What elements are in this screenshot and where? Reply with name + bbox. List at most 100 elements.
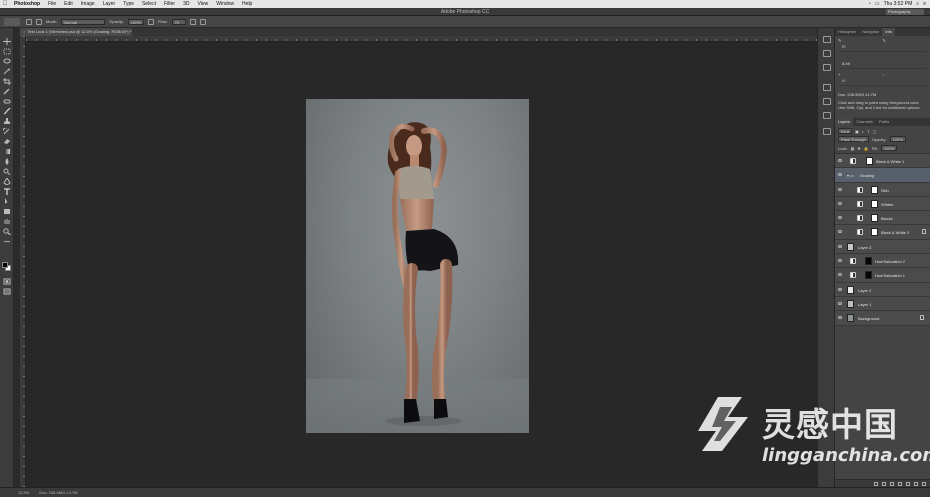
visibility-eye-icon[interactable] <box>838 201 842 205</box>
extras-icon[interactable] <box>3 238 11 245</box>
menu-view[interactable]: View <box>194 1 213 7</box>
lasso-tool-icon[interactable] <box>3 58 11 65</box>
layer-thumbnail[interactable] <box>847 285 854 294</box>
clone-source-panel-icon[interactable] <box>823 98 831 105</box>
gradient-tool-icon[interactable] <box>3 148 11 155</box>
visibility-eye-icon[interactable] <box>838 287 842 291</box>
document-canvas-image[interactable] <box>306 99 529 433</box>
layer-opacity-input[interactable]: 100% <box>889 136 906 142</box>
filter-adjustment-icon[interactable]: ◐ <box>862 129 864 134</box>
brush-preset-icon[interactable] <box>26 18 32 25</box>
new-layer-icon[interactable] <box>914 481 918 486</box>
close-tab-icon[interactable]: × <box>23 29 25 34</box>
marquee-tool-icon[interactable] <box>3 48 11 55</box>
filter-pixel-icon[interactable]: ▣ <box>855 129 859 134</box>
visibility-eye-icon[interactable] <box>838 216 842 220</box>
quick-select-tool-icon[interactable] <box>3 68 11 75</box>
layer-filter-kind[interactable]: Kind <box>838 128 853 134</box>
new-adjustment-icon[interactable] <box>898 481 902 486</box>
layer-fill-input[interactable]: 100% <box>880 145 898 151</box>
menu-help[interactable]: Help <box>238 1 256 7</box>
tool-preset-picker[interactable] <box>4 18 20 26</box>
layer-mask-thumbnail[interactable] <box>871 185 878 194</box>
layer-mask-thumbnail[interactable] <box>866 157 873 165</box>
spotlight-icon[interactable]: ⌕ <box>916 1 919 7</box>
mode-select[interactable]: Normal <box>61 18 106 25</box>
menu-file[interactable]: File <box>44 1 60 7</box>
layer-row[interactable]: Layer 3 <box>835 239 930 255</box>
type-tool-icon[interactable] <box>3 188 11 195</box>
pressure-opacity-icon[interactable] <box>148 18 155 25</box>
quick-mask-icon[interactable] <box>3 278 11 285</box>
foreground-color-swatch[interactable] <box>2 262 8 268</box>
visibility-eye-icon[interactable] <box>838 187 842 191</box>
notifications-icon[interactable]: ≡ <box>923 1 926 7</box>
visibility-eye-icon[interactable] <box>838 244 842 248</box>
hand-tool-icon[interactable] <box>3 218 11 225</box>
menu-filter[interactable]: Filter <box>160 1 179 7</box>
layer-mask-thumbnail[interactable] <box>865 271 872 280</box>
layer-row[interactable]: Hue/Saturation 1 <box>835 268 930 283</box>
properties-panel-icon[interactable] <box>823 112 831 119</box>
layer-row[interactable]: Black & White 2 <box>835 225 930 240</box>
new-group-icon[interactable] <box>906 481 910 486</box>
pen-tool-icon[interactable] <box>3 178 11 185</box>
visibility-eye-icon[interactable] <box>838 230 842 234</box>
screen-mode-icon[interactable] <box>3 288 11 295</box>
eraser-tool-icon[interactable] <box>3 138 11 145</box>
filter-shape-icon[interactable]: ▢ <box>873 129 877 134</box>
filter-type-icon[interactable]: T <box>867 129 869 134</box>
layer-group-row[interactable]: ▾ ▭ Grading <box>835 168 930 183</box>
layer-mask-thumbnail[interactable] <box>871 199 878 208</box>
layer-mask-thumbnail[interactable] <box>871 214 878 223</box>
document-tab[interactable]: × Test Look 1 (Stretched.psd @ 12.5% (Gra… <box>20 28 132 36</box>
visibility-eye-icon[interactable] <box>838 301 842 305</box>
visibility-eye-icon[interactable] <box>838 173 842 177</box>
layer-row[interactable]: Hue/Saturation 2 <box>835 254 930 269</box>
menu-edit[interactable]: Edit <box>60 1 77 7</box>
history-brush-tool-icon[interactable] <box>3 128 11 135</box>
layer-thumbnail[interactable] <box>847 314 854 323</box>
actions-panel-icon[interactable] <box>823 50 831 57</box>
wifi-icon[interactable]: ◔ <box>868 1 871 7</box>
tab-channels[interactable]: Channels <box>853 118 876 126</box>
workspace-switcher[interactable]: Photography <box>886 9 924 15</box>
clone-stamp-tool-icon[interactable] <box>3 118 11 125</box>
layer-row[interactable]: Skin <box>835 182 930 197</box>
move-tool-icon[interactable] <box>3 38 11 45</box>
layer-thumbnail[interactable] <box>847 299 854 308</box>
play-panel-icon[interactable] <box>823 64 831 71</box>
layer-row[interactable]: Whites <box>835 196 930 212</box>
adjustments-panel-icon[interactable] <box>823 128 831 135</box>
lock-pixels-icon[interactable]: ▦ <box>851 146 855 151</box>
clock[interactable]: Thu 3:52 PM <box>884 1 913 7</box>
link-layers-icon[interactable] <box>874 481 878 486</box>
menu-select[interactable]: Select <box>138 1 160 7</box>
healing-brush-tool-icon[interactable] <box>3 98 11 105</box>
opacity-input[interactable]: 100% <box>127 18 145 25</box>
tab-navigator[interactable]: Navigator <box>859 28 882 36</box>
tab-info[interactable]: Info <box>882 28 896 36</box>
lock-all-icon[interactable]: 🔒 <box>864 146 869 151</box>
delete-layer-icon[interactable] <box>922 481 926 486</box>
dodge-tool-icon[interactable] <box>3 168 11 175</box>
layer-row[interactable]: Black & White 1 <box>835 154 930 169</box>
blur-tool-icon[interactable] <box>3 158 11 165</box>
lock-position-icon[interactable]: ✥ <box>857 146 860 151</box>
layer-row[interactable]: Layer 1 <box>835 296 930 312</box>
layer-row[interactable]: Background <box>835 311 930 326</box>
eyedropper-tool-icon[interactable] <box>3 88 11 95</box>
add-mask-icon[interactable] <box>890 481 894 486</box>
layer-row[interactable]: Layer 2 <box>835 282 930 297</box>
crop-tool-icon[interactable] <box>3 78 11 85</box>
menu-window[interactable]: Window <box>212 1 238 7</box>
tab-paths[interactable]: Paths <box>876 118 892 126</box>
visibility-eye-icon[interactable] <box>838 259 842 263</box>
tab-histogram[interactable]: Histogram <box>835 28 859 36</box>
brush-tool-icon[interactable] <box>3 108 11 115</box>
group-toggle-icon[interactable]: ▾ ▭ <box>847 173 854 178</box>
menu-type[interactable]: Type <box>119 1 138 7</box>
tab-layers[interactable]: Layers <box>835 118 854 126</box>
battery-icon[interactable]: ▭ <box>875 1 880 7</box>
layer-mask-thumbnail[interactable] <box>865 257 872 266</box>
